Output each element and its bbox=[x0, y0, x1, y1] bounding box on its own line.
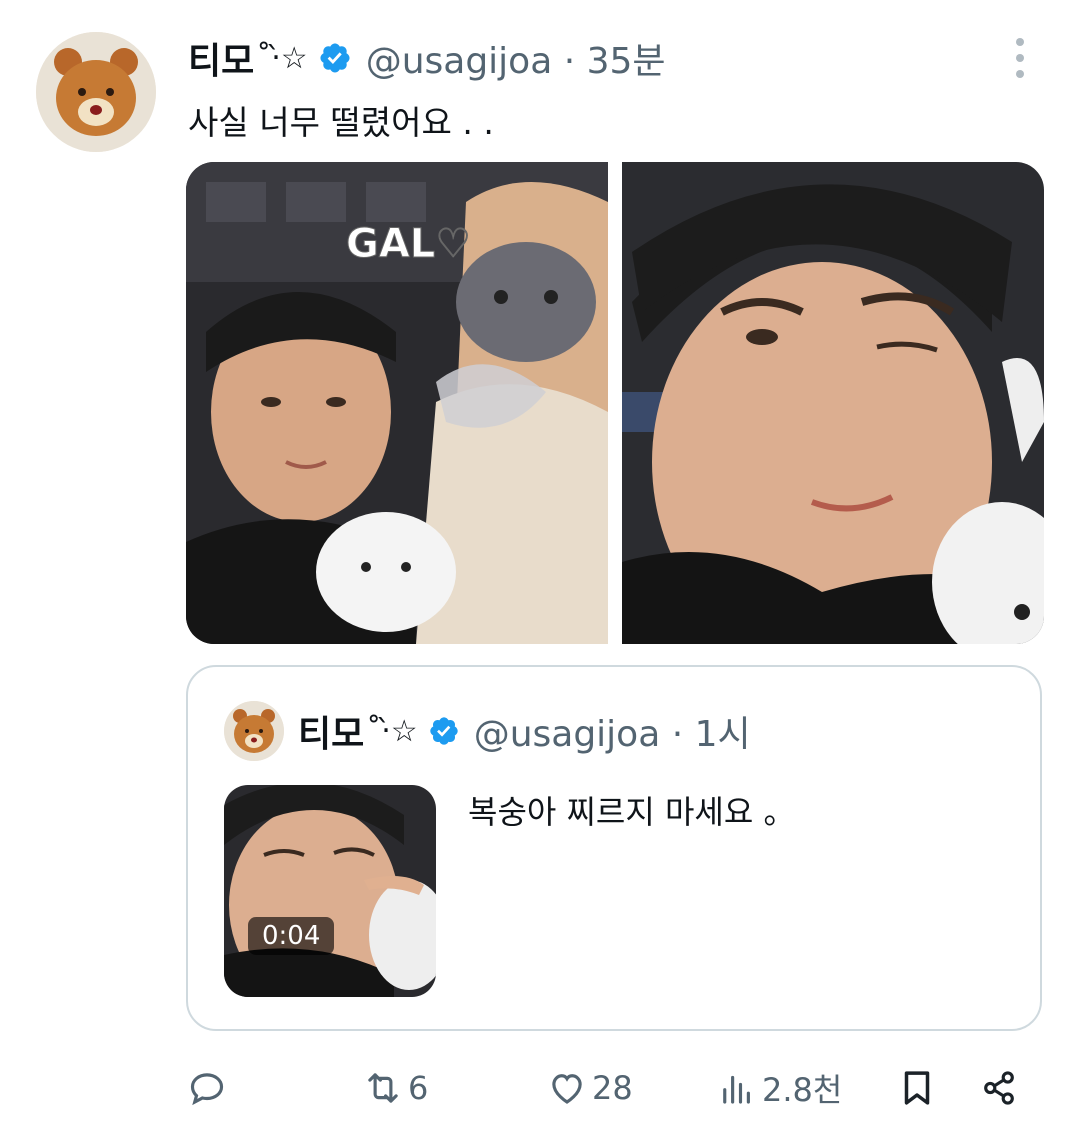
action-bar: 6 28 2.8천 bbox=[186, 1058, 1042, 1118]
verified-icon bbox=[430, 717, 458, 745]
retweet-icon bbox=[368, 1073, 398, 1103]
reply-button[interactable] bbox=[186, 1058, 232, 1118]
like-count: 28 bbox=[592, 1069, 633, 1107]
handle-and-time[interactable]: @usagijoa · 35분 bbox=[366, 32, 666, 84]
tweet-photo-2[interactable] bbox=[622, 162, 1044, 644]
quoted-tweet-header: 티모 ˚‧̀☆ @usagijoa · 1시 bbox=[298, 705, 751, 757]
quoted-tweet[interactable]: 티모 ˚‧̀☆ @usagijoa · 1시 0:04 복숭아 찌르지 마세요 … bbox=[186, 665, 1042, 1031]
view-count: 2.8천 bbox=[762, 1071, 843, 1109]
share-button[interactable] bbox=[978, 1058, 1020, 1118]
svg-text:GAL♡: GAL♡ bbox=[346, 221, 471, 267]
author-name[interactable]: 티모 bbox=[188, 32, 254, 84]
retweet-button[interactable]: 6 bbox=[362, 1058, 428, 1118]
bookmark-button[interactable] bbox=[896, 1058, 938, 1118]
quoted-author-name[interactable]: 티모 bbox=[298, 705, 364, 757]
author-avatar[interactable] bbox=[36, 32, 156, 152]
tweet-header: 티모 ˚‧̀☆ @usagijoa · 35분 bbox=[188, 30, 666, 86]
like-icon bbox=[552, 1074, 582, 1104]
quoted-handle-and-time[interactable]: @usagijoa · 1시 bbox=[474, 705, 751, 757]
tweet-photo-1[interactable]: GAL♡ bbox=[186, 162, 608, 644]
quoted-tweet-text: 복숭아 찌르지 마세요 。 bbox=[468, 793, 796, 831]
like-button[interactable]: 28 bbox=[546, 1058, 633, 1118]
quoted-author-name-deco: ˚‧̀☆ bbox=[366, 713, 418, 749]
tweet-text: 사실 너무 떨렸어요 . . bbox=[188, 103, 494, 142]
bookmark-icon bbox=[904, 1071, 930, 1105]
more-icon[interactable] bbox=[1008, 36, 1032, 80]
retweet-count: 6 bbox=[408, 1069, 429, 1107]
quoted-author-avatar[interactable] bbox=[224, 701, 284, 761]
video-duration: 0:04 bbox=[248, 917, 335, 955]
views-icon bbox=[723, 1075, 750, 1104]
quoted-video-thumbnail[interactable]: 0:04 bbox=[224, 785, 436, 997]
views-button[interactable]: 2.8천 bbox=[716, 1058, 842, 1118]
verified-icon bbox=[320, 43, 350, 73]
reply-icon bbox=[190, 1073, 224, 1106]
author-name-deco: ˚‧̀☆ bbox=[256, 40, 308, 76]
share-icon bbox=[984, 1071, 1014, 1105]
